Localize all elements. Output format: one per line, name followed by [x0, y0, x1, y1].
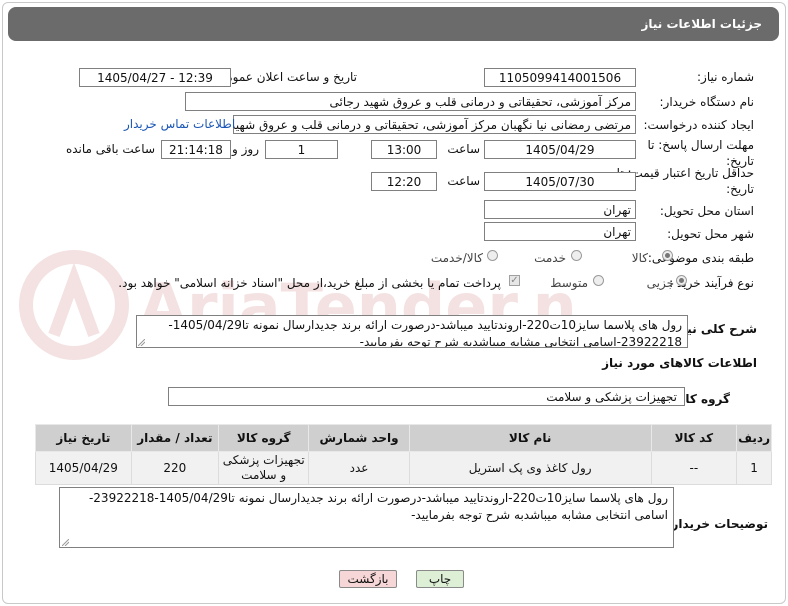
- treasury-payment-checkbox[interactable]: ✓: [509, 275, 520, 286]
- cell-row-number: 1: [736, 451, 772, 485]
- back-button[interactable]: بازگشت: [339, 570, 397, 588]
- remaining-time-label: ساعت باقی مانده: [65, 142, 155, 156]
- process-option-medium: متوسط: [550, 276, 588, 290]
- resize-grip-icon[interactable]: [138, 339, 145, 346]
- resize-grip-icon[interactable]: [62, 539, 69, 546]
- panel-title: جزئیات اطلاعات نیاز: [641, 17, 762, 31]
- goods-table: ردیف کد کالا نام کالا واحد شمارش گروه کا…: [35, 424, 772, 485]
- col-header-group: گروه کالا: [217, 424, 310, 452]
- remaining-time-field: 21:14:18: [161, 140, 231, 159]
- process-radio-medium[interactable]: [593, 275, 604, 286]
- price-date-field: 1405/07/30: [484, 172, 636, 191]
- category-option-goods: کالا: [631, 251, 648, 265]
- buyer-notes-text: رول های پلاسما سایز10ت220-اروندتایید میب…: [88, 491, 668, 522]
- cell-name: رول کاغذ وی پک استریل: [408, 451, 652, 485]
- buyer-org-field: مرکز آموزشی، تحقیقاتی و درمانی قلب و عرو…: [185, 92, 636, 111]
- need-number-field: 1105099414001506: [484, 68, 636, 87]
- general-description-text: رول های پلاسما سایز10ت220-اروندتایید میب…: [168, 318, 682, 348]
- col-header-name: نام کالا: [408, 424, 652, 452]
- col-header-unit: واحد شمارش: [308, 424, 410, 452]
- price-time-field: 12:20: [371, 172, 437, 191]
- category-radio-service[interactable]: [571, 250, 582, 261]
- reply-time-field: 13:00: [371, 140, 437, 159]
- treasury-payment-note: پرداخت تمام یا بخشی از مبلغ خرید،از محل …: [118, 276, 501, 290]
- general-description-box: رول های پلاسما سایز10ت220-اروندتایید میب…: [136, 315, 688, 348]
- col-header-code: کد کالا: [650, 424, 738, 452]
- process-option-minor: جزیی: [646, 276, 674, 290]
- province-label: استان محل تحویل:: [659, 204, 754, 218]
- cell-quantity: 220: [130, 451, 219, 485]
- announce-label: تاریخ و ساعت اعلان عمومی:: [212, 70, 357, 84]
- goods-info-title: اطلاعات کالاهای مورد نیاز: [602, 356, 757, 370]
- goods-table-header: ردیف کد کالا نام کالا واحد شمارش گروه کا…: [35, 424, 772, 452]
- buyer-contact-link[interactable]: اطلاعات تماس خریدار: [124, 117, 235, 131]
- province-field: تهران: [484, 200, 636, 219]
- reply-time-label: ساعت: [447, 142, 480, 156]
- cell-need-date: 1405/04/29: [35, 451, 132, 485]
- col-header-quantity: تعداد / مقدار: [130, 424, 219, 452]
- city-label: شهر محل تحویل:: [667, 227, 754, 241]
- creator-field: مرتضی رمضانی نیا نگهبان مرکز آموزشی، تحق…: [233, 115, 636, 134]
- panel-header: جزئیات اطلاعات نیاز: [8, 7, 779, 41]
- cell-code: --: [650, 451, 738, 485]
- col-header-row-number: ردیف: [736, 424, 772, 452]
- price-time-label: ساعت: [447, 174, 480, 188]
- buyer-notes-label: توضیحات خریدار:: [666, 517, 768, 531]
- days-label: روز و: [232, 142, 259, 156]
- process-radio-minor[interactable]: [676, 275, 687, 286]
- goods-group-field: تجهیزات پزشکی و سلامت: [168, 387, 685, 406]
- category-radio-goods[interactable]: [662, 250, 673, 261]
- days-field: 1: [265, 140, 338, 159]
- col-header-need-date: تاریخ نیاز: [35, 424, 132, 452]
- cell-group: تجهیزات پزشکی و سلامت: [217, 451, 310, 485]
- category-option-service: خدمت: [534, 251, 566, 265]
- announce-field: 1405/04/27 - 12:39: [79, 68, 231, 87]
- reply-date-field: 1405/04/29: [484, 140, 636, 159]
- table-row: 1 -- رول کاغذ وی پک استریل عدد تجهیزات پ…: [35, 451, 772, 485]
- print-button[interactable]: چاپ: [416, 570, 464, 588]
- creator-label: ایجاد کننده درخواست:: [643, 118, 754, 132]
- buyer-notes-box: رول های پلاسما سایز10ت220-اروندتایید میب…: [59, 487, 674, 548]
- buyer-org-label: نام دستگاه خریدار:: [659, 95, 755, 109]
- city-field: تهران: [484, 222, 636, 241]
- need-number-label: شماره نیاز:: [697, 70, 754, 84]
- category-radio-goods-service[interactable]: [487, 250, 498, 261]
- cell-unit: عدد: [308, 451, 410, 485]
- category-option-goods-service: کالا/خدمت: [430, 251, 483, 265]
